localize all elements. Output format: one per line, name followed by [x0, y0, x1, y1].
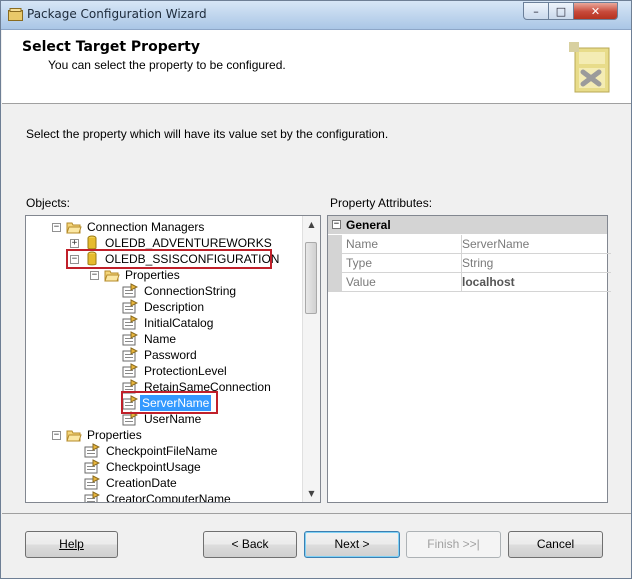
back-button-label: < Back	[231, 537, 269, 551]
tree-node-label: CreatorComputerName	[106, 492, 231, 503]
tree-node-property[interactable]: InitialCatalog	[122, 315, 292, 331]
attribute-row-name[interactable]: Name ServerName	[328, 235, 611, 254]
grid-gutter	[328, 235, 342, 254]
tree-node-property[interactable]: ConnectionString	[122, 283, 292, 299]
expand-icon[interactable]: +	[70, 239, 79, 248]
scroll-up-arrow-icon[interactable]: ▲	[303, 216, 320, 233]
configuration-wizard-icon	[569, 42, 610, 93]
minimize-button[interactable]: –	[523, 2, 549, 20]
property-icon	[84, 475, 100, 490]
tree-node-label: Name	[144, 332, 177, 346]
tree-node-property[interactable]: Name	[122, 331, 292, 347]
package-icon	[8, 8, 23, 21]
grid-gutter	[328, 273, 342, 292]
folder-open-icon	[104, 270, 120, 282]
tree-node-property[interactable]: CheckpointUsage	[84, 459, 284, 475]
close-button[interactable]: ✕	[573, 2, 618, 20]
window-title: Package Configuration Wizard	[27, 7, 207, 21]
tree-node-label: CreationDate	[106, 476, 177, 490]
tree-node-property[interactable]: CreationDate	[84, 475, 284, 491]
category-label: General	[346, 218, 391, 232]
property-icon	[84, 491, 100, 502]
property-icon	[122, 283, 138, 298]
tree-node-connection-managers[interactable]: − Connection Managers	[50, 219, 280, 235]
tree-node-label: CheckpointFileName	[106, 444, 218, 458]
tree-node-label: InitialCatalog	[144, 316, 214, 330]
scroll-down-arrow-icon[interactable]: ▼	[303, 485, 320, 502]
property-icon	[122, 363, 138, 378]
folder-open-icon	[66, 222, 82, 234]
highlight-box-servername	[121, 391, 218, 414]
help-button[interactable]: Help	[25, 531, 118, 558]
back-button[interactable]: < Back	[203, 531, 297, 558]
tree-node-label: ConnectionString	[144, 284, 237, 298]
folder-open-icon	[66, 430, 82, 442]
tree-node-property[interactable]: Password	[122, 347, 292, 363]
tree-node-property[interactable]: Description	[122, 299, 292, 315]
tree-node-properties-folder[interactable]: − Properties	[88, 267, 228, 283]
cancel-button[interactable]: Cancel	[508, 531, 603, 558]
tree-node-label: Password	[144, 348, 197, 362]
page-subtitle: You can select the property to be config…	[48, 58, 286, 72]
attribute-row-type[interactable]: Type String	[328, 254, 611, 273]
tree-node-label: Properties	[125, 268, 180, 282]
category-general[interactable]: − General	[328, 216, 607, 234]
property-attributes-label: Property Attributes:	[330, 196, 433, 210]
footer-divider	[2, 513, 631, 514]
property-icon	[122, 331, 138, 346]
help-button-label: Help	[59, 537, 84, 551]
attribute-key: Name	[342, 235, 462, 254]
collapse-icon[interactable]: −	[52, 431, 61, 440]
maximize-button[interactable]: □	[548, 2, 574, 20]
scrollbar-thumb[interactable]	[305, 242, 317, 314]
tree-node-properties-folder[interactable]: − Properties	[50, 427, 190, 443]
attribute-key: Type	[342, 254, 462, 273]
tree-node-property[interactable]: CheckpointFileName	[84, 443, 284, 459]
tree-node-label: CheckpointUsage	[106, 460, 201, 474]
property-icon	[122, 299, 138, 314]
wizard-window: Package Configuration Wizard – □ ✕ Selec…	[0, 0, 632, 579]
wizard-header: Select Target Property You can select th…	[2, 30, 631, 104]
collapse-icon[interactable]: −	[90, 271, 99, 280]
cancel-button-label: Cancel	[536, 537, 575, 551]
attribute-value: String	[458, 254, 611, 273]
tree-node-label: Connection Managers	[87, 220, 205, 234]
property-icon	[84, 443, 100, 458]
property-icon	[122, 347, 138, 362]
property-icon	[122, 315, 138, 330]
highlight-box-connection	[66, 249, 272, 269]
finish-button-label: Finish >>|	[427, 537, 480, 551]
property-attributes-grid[interactable]: − General Name ServerName Type String Va…	[327, 215, 611, 503]
attribute-row-value[interactable]: Value localhost	[328, 273, 611, 292]
attribute-key: Value	[342, 273, 462, 292]
attribute-value: ServerName	[458, 235, 611, 254]
grid-gutter	[328, 254, 342, 273]
instruction-text: Select the property which will have its …	[26, 127, 389, 141]
page-title: Select Target Property	[22, 39, 200, 55]
attribute-value: localhost	[458, 273, 611, 292]
tree-node-property[interactable]: ProtectionLevel	[122, 363, 292, 379]
next-button-label: Next >	[334, 537, 370, 551]
next-button[interactable]: Next >	[304, 531, 400, 558]
tree-node-label: ProtectionLevel	[144, 364, 227, 378]
tree-vertical-scrollbar[interactable]: ▲ ▼	[302, 216, 320, 502]
collapse-icon[interactable]: −	[332, 220, 341, 229]
property-icon	[84, 459, 100, 474]
title-bar[interactable]: Package Configuration Wizard – □ ✕	[1, 1, 631, 30]
finish-button[interactable]: Finish >>|	[406, 531, 501, 558]
objects-label: Objects:	[26, 196, 71, 210]
tree-node-property[interactable]: CreatorComputerName	[84, 491, 284, 503]
collapse-icon[interactable]: −	[52, 223, 61, 232]
tree-node-label: Properties	[87, 428, 142, 442]
tree-node-label: Description	[144, 300, 205, 314]
